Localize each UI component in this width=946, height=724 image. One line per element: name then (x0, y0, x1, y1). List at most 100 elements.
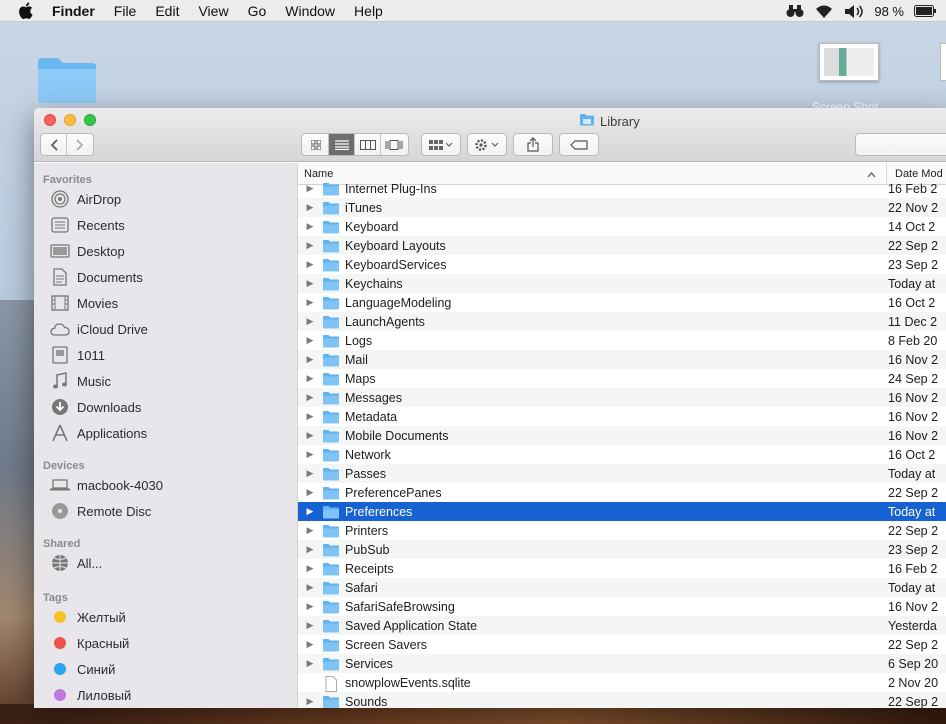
file-row[interactable]: ▶ Mail 16 Nov 2 (298, 350, 946, 369)
file-row[interactable]: ▶ Messages 16 Nov 2 (298, 388, 946, 407)
file-row[interactable]: ▶ Metadata 16 Nov 2 (298, 407, 946, 426)
date-modified-column-header[interactable]: Date Mod (887, 168, 943, 180)
file-row[interactable]: ▶ Logs 8 Feb 20 (298, 331, 946, 350)
file-row[interactable]: ▶ Keyboard Layouts 22 Sep 2 (298, 236, 946, 255)
sidebar-item-recents[interactable]: Recents (34, 212, 297, 238)
menu-help[interactable]: Help (354, 3, 383, 19)
sidebar-item-icloud-drive[interactable]: iCloud Drive (34, 316, 297, 342)
file-row[interactable]: ▶ PreferencePanes 22 Sep 2 (298, 483, 946, 502)
disclosure-triangle-icon[interactable]: ▶ (298, 696, 322, 707)
disclosure-triangle-icon[interactable]: ▶ (298, 601, 322, 612)
disclosure-triangle-icon[interactable]: ▶ (298, 392, 322, 403)
disclosure-triangle-icon[interactable]: ▶ (298, 639, 322, 650)
disclosure-triangle-icon[interactable]: ▶ (298, 658, 322, 669)
menu-file[interactable]: File (114, 3, 137, 19)
desktop-screenshot-thumbnail-2[interactable] (940, 43, 946, 81)
disclosure-triangle-icon[interactable]: ▶ (298, 563, 322, 574)
zoom-window-button[interactable] (84, 114, 96, 126)
disclosure-triangle-icon[interactable]: ▶ (298, 525, 322, 536)
disclosure-triangle-icon[interactable]: ▶ (298, 316, 322, 327)
disclosure-triangle-icon[interactable]: ▶ (298, 468, 322, 479)
file-row[interactable]: ▶ Mobile Documents 16 Nov 2 (298, 426, 946, 445)
file-row[interactable]: ▶ LaunchAgents 11 Dec 2 (298, 312, 946, 331)
sidebar-item-downloads[interactable]: Downloads (34, 394, 297, 420)
desktop-folder-icon[interactable] (36, 56, 98, 104)
sidebar-item-macbook[interactable]: macbook-4030 (34, 472, 297, 498)
file-row[interactable]: ▶ Services 6 Sep 20 (298, 654, 946, 673)
menu-window[interactable]: Window (285, 3, 335, 19)
apple-menu-icon[interactable] (18, 2, 38, 19)
sidebar-item-airdrop[interactable]: AirDrop (34, 186, 297, 212)
file-row[interactable]: ▶ Safari Today at (298, 578, 946, 597)
back-button[interactable] (41, 134, 67, 155)
tag-button[interactable] (559, 133, 599, 156)
menu-edit[interactable]: Edit (155, 3, 179, 19)
disclosure-triangle-icon[interactable]: ▶ (298, 221, 322, 232)
forward-button[interactable] (67, 134, 93, 155)
disclosure-triangle-icon[interactable]: ▶ (298, 202, 322, 213)
minimize-window-button[interactable] (64, 114, 76, 126)
disclosure-triangle-icon[interactable]: ▶ (298, 183, 322, 194)
menu-finder[interactable]: Finder (52, 3, 95, 19)
file-row[interactable]: ▶ Screen Savers 22 Sep 2 (298, 635, 946, 654)
volume-icon[interactable] (844, 4, 864, 19)
file-row[interactable]: ▶ Receipts 16 Feb 2 (298, 559, 946, 578)
sidebar-item-all-shared[interactable]: All... (34, 550, 297, 576)
list-view-button[interactable] (329, 134, 355, 155)
sidebar-item-music[interactable]: Music (34, 368, 297, 394)
sidebar-item-remote-disc[interactable]: Remote Disc (34, 498, 297, 524)
disclosure-triangle-icon[interactable]: ▶ (298, 430, 322, 441)
desktop-screenshot-thumbnail[interactable] (819, 43, 879, 81)
file-row[interactable]: snowplowEvents.sqlite 2 Nov 20 (298, 673, 946, 692)
file-row[interactable]: ▶ Printers 22 Sep 2 (298, 521, 946, 540)
sidebar-tag-purple[interactable]: Лиловый (34, 682, 297, 708)
sidebar-item-home[interactable]: 1011 (34, 342, 297, 368)
menu-go[interactable]: Go (248, 3, 267, 19)
disclosure-triangle-icon[interactable]: ▶ (298, 259, 322, 270)
file-row[interactable]: ▶ iTunes 22 Nov 2 (298, 198, 946, 217)
file-row[interactable]: ▶ Maps 24 Sep 2 (298, 369, 946, 388)
disclosure-triangle-icon[interactable]: ▶ (298, 240, 322, 251)
file-row[interactable]: ▶ Keyboard 14 Oct 2 (298, 217, 946, 236)
disclosure-triangle-icon[interactable]: ▶ (298, 278, 322, 289)
disclosure-triangle-icon[interactable]: ▶ (298, 620, 322, 631)
menu-view[interactable]: View (198, 3, 228, 19)
share-button[interactable] (513, 133, 553, 156)
action-gear-button[interactable] (467, 133, 507, 156)
sidebar-item-movies[interactable]: Movies (34, 290, 297, 316)
file-row[interactable]: ▶ LanguageModeling 16 Oct 2 (298, 293, 946, 312)
disclosure-triangle-icon[interactable]: ▶ (298, 411, 322, 422)
close-window-button[interactable] (44, 114, 56, 126)
disclosure-triangle-icon[interactable]: ▶ (298, 449, 322, 460)
search-field[interactable] (855, 133, 946, 156)
disclosure-triangle-icon[interactable]: ▶ (298, 335, 322, 346)
file-row[interactable]: ▶ Network 16 Oct 2 (298, 445, 946, 464)
file-row[interactable]: ▶ PubSub 23 Sep 2 (298, 540, 946, 559)
column-view-button[interactable] (355, 134, 381, 155)
file-row[interactable]: ▶ Passes Today at (298, 464, 946, 483)
file-row[interactable]: ▶ Internet Plug-Ins 16 Feb 2 (298, 179, 946, 198)
icon-view-button[interactable] (303, 134, 329, 155)
sidebar-tag-red[interactable]: Красный (34, 630, 297, 656)
sidebar-tag-blue[interactable]: Синий (34, 656, 297, 682)
sidebar-item-applications[interactable]: Applications (34, 420, 297, 446)
sidebar-item-desktop[interactable]: Desktop (34, 238, 297, 264)
sidebar-item-documents[interactable]: Documents (34, 264, 297, 290)
disclosure-triangle-icon[interactable]: ▶ (298, 373, 322, 384)
file-row[interactable]: ▶ Preferences Today at (298, 502, 946, 521)
sidebar-tag-yellow[interactable]: Желтый (34, 604, 297, 630)
file-row[interactable]: ▶ SafariSafeBrowsing 16 Nov 2 (298, 597, 946, 616)
battery-percent[interactable]: 98 % (874, 4, 904, 19)
binoculars-icon[interactable] (786, 4, 804, 18)
disclosure-triangle-icon[interactable]: ▶ (298, 582, 322, 593)
disclosure-triangle-icon[interactable]: ▶ (298, 297, 322, 308)
disclosure-triangle-icon[interactable]: ▶ (298, 544, 322, 555)
gallery-view-button[interactable] (381, 134, 407, 155)
file-row[interactable]: ▶ KeyboardServices 23 Sep 2 (298, 255, 946, 274)
disclosure-triangle-icon[interactable]: ▶ (298, 506, 322, 517)
file-row[interactable]: ▶ Keychains Today at (298, 274, 946, 293)
file-row[interactable]: ▶ Saved Application State Yesterda (298, 616, 946, 635)
battery-icon[interactable] (914, 5, 936, 17)
arrange-button[interactable] (421, 133, 461, 156)
disclosure-triangle-icon[interactable]: ▶ (298, 354, 322, 365)
